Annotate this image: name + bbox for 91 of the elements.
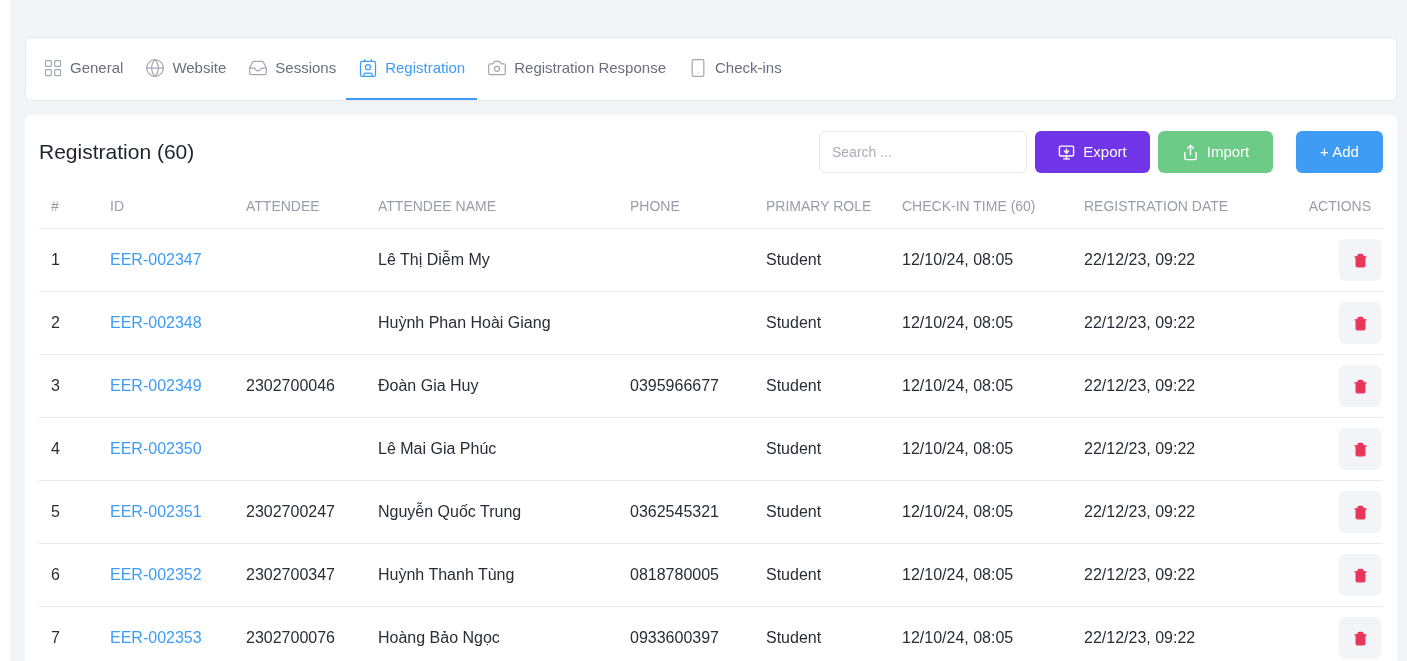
table-cell: 12/10/24, 08:05 (902, 440, 1014, 457)
id-card-icon (358, 58, 379, 78)
table-cell: 5 (51, 503, 60, 520)
column-header: PHONE (630, 197, 680, 214)
table-cell: 0933600397 (630, 629, 719, 646)
column-header: ATTENDEE (246, 197, 320, 214)
table-cell: 0818780005 (630, 566, 719, 583)
column-header: ATTENDEE NAME (378, 197, 496, 214)
delete-button[interactable] (1339, 239, 1381, 281)
table-cell: Student (766, 566, 822, 583)
delete-button[interactable] (1339, 554, 1381, 596)
table-cell: Hoàng Bảo Ngọc (378, 629, 500, 646)
id-link[interactable]: EER-002353 (110, 629, 202, 646)
table-cell: 12/10/24, 08:05 (902, 503, 1014, 520)
delete-button[interactable] (1339, 428, 1381, 470)
table-cell: Student (766, 314, 822, 331)
table-cell: 12/10/24, 08:05 (902, 629, 1014, 646)
table-cell: 22/12/23, 09:22 (1084, 566, 1196, 583)
table-cell: Student (766, 377, 822, 394)
grid-icon (43, 58, 63, 78)
table-cell: 12/10/24, 08:05 (902, 314, 1014, 331)
column-header: REGISTRATION DATE (1084, 197, 1229, 214)
page-title: Registration (60) (39, 139, 196, 166)
table-cell: 3 (51, 377, 60, 394)
table-cell: 6 (51, 566, 60, 583)
table-cell: Lê Thị Diễm My (378, 251, 490, 268)
trash-icon (1352, 252, 1368, 268)
delete-button[interactable] (1339, 617, 1381, 659)
add-button[interactable]: + Add (1296, 131, 1383, 173)
id-link[interactable]: EER-002349 (110, 377, 202, 394)
table-cell: Student (766, 251, 822, 268)
table-cell: Student (766, 503, 822, 520)
import-button[interactable]: Import (1158, 131, 1273, 173)
globe-icon (145, 58, 166, 78)
table-cell: 22/12/23, 09:22 (1084, 629, 1196, 646)
table-cell: 1 (51, 251, 60, 268)
table-cell: 0395966677 (630, 377, 719, 394)
table-cell: 7 (51, 629, 60, 646)
table-cell: 22/12/23, 09:22 (1084, 377, 1196, 394)
table-cell: 22/12/23, 09:22 (1084, 440, 1196, 457)
table-cell: Student (766, 629, 822, 646)
id-link[interactable]: EER-002350 (110, 440, 202, 457)
trash-icon (1352, 315, 1368, 331)
delete-button[interactable] (1339, 491, 1381, 533)
trash-icon (1352, 567, 1368, 583)
table-cell: Nguyễn Quốc Trung (378, 503, 522, 520)
table-cell: Student (766, 440, 822, 457)
upload-icon (1181, 143, 1199, 161)
trash-icon (1352, 504, 1368, 520)
table-cell: 12/10/24, 08:05 (902, 251, 1014, 268)
search-field[interactable]: Search ... (819, 131, 1027, 173)
column-header: ID (110, 197, 124, 214)
column-header: # (51, 197, 59, 214)
tab[interactable]: Registration (346, 38, 478, 100)
camera-icon (487, 58, 508, 78)
trash-icon (1352, 378, 1368, 394)
tray-icon (248, 58, 269, 78)
column-header: CHECK-IN TIME (60) (902, 197, 1036, 214)
table-cell: 12/10/24, 08:05 (902, 566, 1014, 583)
table-cell: 2302700347 (246, 566, 335, 583)
tab[interactable]: General (31, 38, 136, 100)
trash-icon (1352, 630, 1368, 646)
table-cell: 22/12/23, 09:22 (1084, 503, 1196, 520)
trash-icon (1352, 441, 1368, 457)
delete-button[interactable] (1339, 302, 1381, 344)
tab[interactable]: Sessions (236, 38, 349, 100)
table-cell: Đoàn Gia Huy (378, 377, 479, 394)
column-header: PRIMARY ROLE (766, 197, 872, 214)
id-link[interactable]: EER-002351 (110, 503, 202, 520)
table-cell: Huỳnh Phan Hoài Giang (378, 314, 551, 331)
id-link[interactable]: EER-002347 (110, 251, 202, 268)
table-cell: 2302700076 (246, 629, 335, 646)
table-cell: 2 (51, 314, 60, 331)
tab[interactable]: Registration Response (475, 38, 678, 100)
table-cell: 2302700247 (246, 503, 335, 520)
export-button[interactable]: Export (1035, 131, 1150, 173)
id-link[interactable]: EER-002348 (110, 314, 202, 331)
table-cell: 4 (51, 440, 60, 457)
table-cell: Lê Mai Gia Phúc (378, 440, 497, 457)
table-cell: Huỳnh Thanh Tùng (378, 566, 515, 583)
tab[interactable]: Check-ins (676, 38, 794, 100)
download-icon (1058, 143, 1076, 161)
table-cell: 2302700046 (246, 377, 335, 394)
table-cell: 0362545321 (630, 503, 719, 520)
delete-button[interactable] (1339, 365, 1381, 407)
table-cell: 12/10/24, 08:05 (902, 377, 1014, 394)
table-cell: 22/12/23, 09:22 (1084, 314, 1196, 331)
tab[interactable]: Website (133, 38, 239, 100)
table-cell: 22/12/23, 09:22 (1084, 251, 1196, 268)
column-header: ACTIONS (1308, 197, 1371, 214)
id-link[interactable]: EER-002352 (110, 566, 202, 583)
